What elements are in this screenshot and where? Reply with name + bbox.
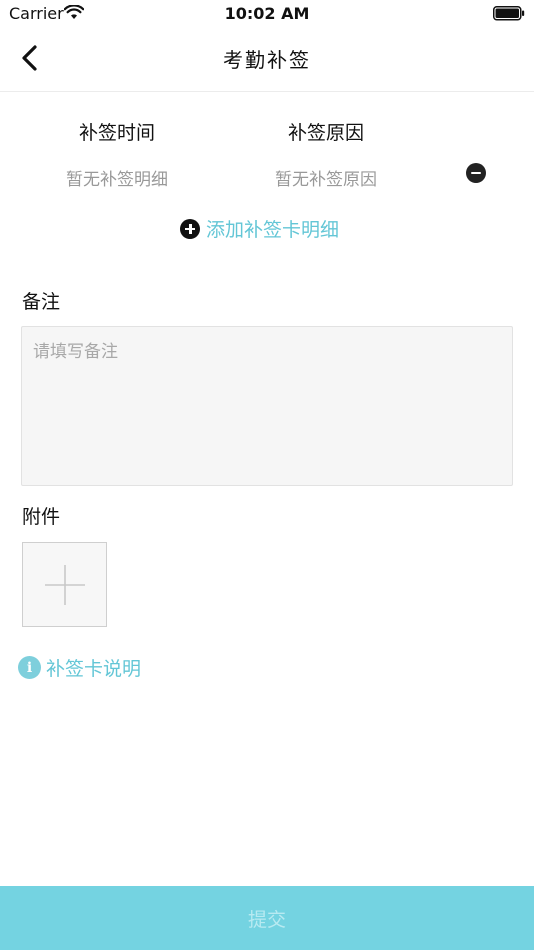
add-detail-label: 添加补签卡明细 xyxy=(206,219,340,241)
detail-reason-cell[interactable]: 暂无补签原因 xyxy=(275,165,377,190)
submit-button[interactable]: 提交 xyxy=(0,886,534,950)
nav-bar: 考勤补签 xyxy=(0,28,534,92)
detail-time-cell[interactable]: 暂无补签明细 xyxy=(66,165,168,190)
attachment-label: 附件 xyxy=(22,506,61,528)
plus-icon xyxy=(45,565,85,605)
screen: Carrier 10:02 AM 考勤补签 补签时间 补签原因 暂无补签明细 暂… xyxy=(0,0,534,950)
column-header-reason: 补签原因 xyxy=(288,122,365,144)
status-time: 10:02 AM xyxy=(224,4,310,23)
info-icon: i xyxy=(18,656,41,679)
page-title: 考勤补签 xyxy=(223,48,311,72)
remark-input[interactable] xyxy=(21,326,513,486)
column-header-time: 补签时间 xyxy=(79,122,156,144)
minus-circle-icon xyxy=(471,171,481,175)
status-bar: Carrier 10:02 AM xyxy=(0,0,534,28)
remark-label: 备注 xyxy=(22,291,61,313)
battery-icon xyxy=(493,6,525,25)
upload-attachment-button[interactable] xyxy=(22,542,107,627)
add-detail-button[interactable]: 添加补签卡明细 xyxy=(180,215,339,242)
plus-circle-icon xyxy=(180,218,200,239)
instructions-label: 补签卡说明 xyxy=(46,658,142,680)
remove-detail-button[interactable] xyxy=(466,163,486,183)
instructions-link[interactable]: i 补签卡说明 xyxy=(18,654,141,681)
